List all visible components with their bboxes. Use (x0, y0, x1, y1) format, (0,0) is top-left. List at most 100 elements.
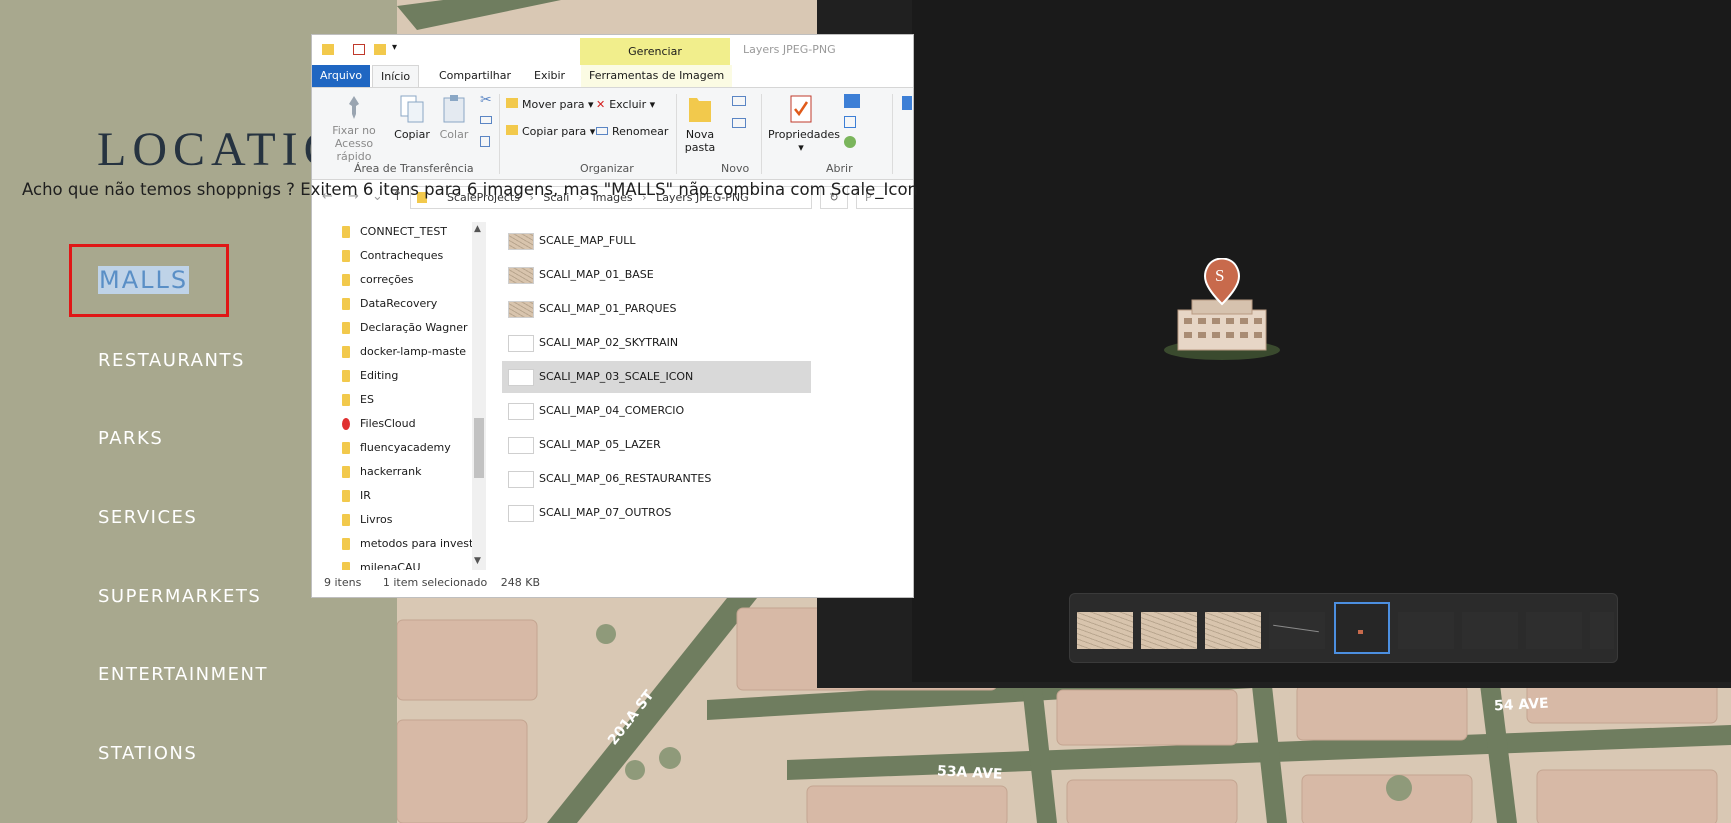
nav-folder[interactable]: FilesCloud (342, 414, 416, 434)
nav-item-services[interactable]: SERVICES (98, 507, 197, 528)
status-selection: 1 item selecionado (382, 576, 488, 589)
pin-icon (349, 96, 359, 119)
easy-access-icon[interactable] (732, 118, 746, 128)
new-folder-button[interactable]: Nova pasta (680, 94, 720, 154)
scrollbar-thumb[interactable] (474, 418, 484, 478)
file-item[interactable]: SCALI_MAP_06_RESTAURANTES (502, 463, 811, 495)
nav-item-supermarkets[interactable]: SUPERMARKETS (98, 586, 261, 607)
group-label-organize: Organizar (580, 162, 634, 175)
nav-folder[interactable]: ES (342, 390, 374, 410)
history-icon[interactable] (844, 136, 856, 148)
nav-folder[interactable]: Contracheques (342, 246, 443, 266)
nav-folder[interactable]: CONNECT_TEST (342, 222, 447, 242)
nav-item-restaurants[interactable]: RESTAURANTS (98, 350, 245, 371)
pin-quick-access-button[interactable]: Fixar no Acesso rápido (320, 94, 388, 163)
image-thumbnail (508, 300, 534, 318)
file-explorer-window[interactable]: ▾ Gerenciar Layers JPEG-PNG Arquivo Iníc… (311, 34, 914, 598)
group-label-new: Novo (721, 162, 750, 175)
filmstrip-thumb[interactable] (1141, 612, 1197, 649)
copy-to-button[interactable]: Copiar para ▾ (506, 125, 595, 138)
nav-folder[interactable]: metodos para invest (342, 534, 473, 554)
folder-icon (322, 44, 334, 55)
paste-button[interactable]: Colar (436, 94, 472, 141)
move-to-button[interactable]: Mover para ▾ (506, 98, 594, 111)
tab-inicio[interactable]: Início (372, 65, 420, 88)
nav-folder[interactable]: IR (342, 486, 371, 506)
edit-icon[interactable] (844, 116, 856, 128)
filmstrip-thumb-selected[interactable] (1334, 602, 1390, 654)
nav-item-stations[interactable]: STATIONS (98, 743, 197, 764)
ribbon-separator (892, 94, 893, 174)
nav-folder[interactable]: DataRecovery (342, 294, 437, 314)
new-folder-quick-icon[interactable] (374, 44, 386, 55)
copy-to-icon (506, 125, 518, 135)
file-item[interactable]: SCALI_MAP_05_LAZER (502, 429, 811, 461)
select-all-icon[interactable] (902, 96, 912, 110)
image-viewer-canvas[interactable] (912, 0, 1731, 682)
tab-arquivo[interactable]: Arquivo (312, 65, 371, 87)
status-bar: 9 itens 1 item selecionado 248 KB (324, 576, 540, 589)
nav-scrollbar[interactable]: ▲ ▼ (472, 222, 486, 570)
street-label-54-ave: 54 AVE (1493, 695, 1550, 715)
scroll-up-icon[interactable]: ▲ (474, 224, 481, 234)
nav-item-entertainment[interactable]: ENTERTAINMENT (98, 664, 268, 685)
filmstrip-thumb[interactable] (1398, 612, 1454, 649)
file-item[interactable]: SCALI_MAP_02_SKYTRAIN (502, 327, 811, 359)
tab-exibir[interactable]: Exibir (526, 65, 573, 87)
window-title: Layers JPEG-PNG (743, 43, 836, 56)
rename-button[interactable]: Renomear (596, 125, 668, 138)
file-item-selected[interactable]: SCALI_MAP_03_SCALE_ICON (502, 361, 811, 393)
customize-quick-access-icon[interactable]: ▾ (392, 42, 397, 53)
file-item[interactable]: SCALE_MAP_FULL (502, 225, 811, 257)
filmstrip-thumb[interactable] (1462, 612, 1518, 649)
folder-icon (342, 562, 350, 570)
preview-image: S (1160, 257, 1290, 368)
ribbon-separator (499, 94, 500, 174)
nav-folder[interactable]: milenaCAU (342, 558, 421, 570)
new-item-icon[interactable] (732, 96, 746, 106)
filmstrip-thumb[interactable] (1526, 612, 1582, 649)
copy-icon (400, 95, 424, 123)
folder-icon (342, 466, 350, 478)
cloud-sync-error-icon (342, 418, 350, 430)
delete-button[interactable]: ✕ Excluir ▾ (596, 98, 655, 111)
copy-path-icon[interactable] (480, 116, 492, 124)
filmstrip-thumb[interactable] (1590, 612, 1614, 649)
nav-folder[interactable]: docker-lamp-maste (342, 342, 466, 362)
folder-icon (342, 538, 350, 550)
nav-folder[interactable]: correções (342, 270, 413, 290)
file-item[interactable]: SCALI_MAP_01_BASE (502, 259, 811, 291)
file-item[interactable]: SCALI_MAP_07_OUTROS (502, 497, 811, 529)
image-thumbnail (508, 266, 534, 284)
image-thumbnail (508, 470, 534, 488)
properties-quick-icon[interactable] (353, 44, 365, 55)
file-item[interactable]: SCALI_MAP_04_COMERCIO (502, 395, 811, 427)
nav-folder[interactable]: Editing (342, 366, 398, 386)
group-label-open: Abrir (826, 162, 853, 175)
ribbon-tabs: Arquivo Início Compartilhar Exibir Ferra… (312, 65, 913, 88)
nav-folder[interactable]: fluencyacademy (342, 438, 451, 458)
nav-folder[interactable]: hackerrank (342, 462, 421, 482)
tab-ferramentas-de-imagem[interactable]: Ferramentas de Imagem (581, 65, 733, 87)
nav-folder[interactable]: Livros (342, 510, 392, 530)
filmstrip-thumb[interactable] (1077, 612, 1133, 649)
nav-folder[interactable]: Declaração Wagner (342, 318, 468, 338)
comment-text: Acho que não temos shoppnigs ? Exitem 6 … (22, 180, 919, 199)
file-item[interactable]: SCALI_MAP_01_PARQUES (502, 293, 811, 325)
scroll-down-icon[interactable]: ▼ (474, 556, 481, 566)
open-icon[interactable] (844, 94, 860, 108)
tab-compartilhar[interactable]: Compartilhar (431, 65, 519, 87)
ribbon: Fixar no Acesso rápido Copiar Colar ✂ Ár… (312, 87, 913, 180)
filmstrip-thumb[interactable] (1269, 612, 1325, 649)
pin-letter: S (1215, 266, 1225, 285)
folder-icon (342, 250, 350, 262)
paste-shortcut-icon[interactable] (480, 136, 490, 147)
cut-icon[interactable]: ✂ (480, 92, 492, 108)
nav-item-parks[interactable]: PARKS (98, 428, 163, 449)
copy-button[interactable]: Copiar (392, 94, 432, 141)
file-list: SCALE_MAP_FULL SCALI_MAP_01_BASE SCALI_M… (502, 222, 912, 567)
properties-button[interactable]: Propriedades ▾ (768, 94, 840, 154)
folder-icon (342, 514, 350, 526)
filmstrip-thumb[interactable] (1205, 612, 1261, 649)
nav-item-malls[interactable]: MALLS (98, 266, 190, 294)
